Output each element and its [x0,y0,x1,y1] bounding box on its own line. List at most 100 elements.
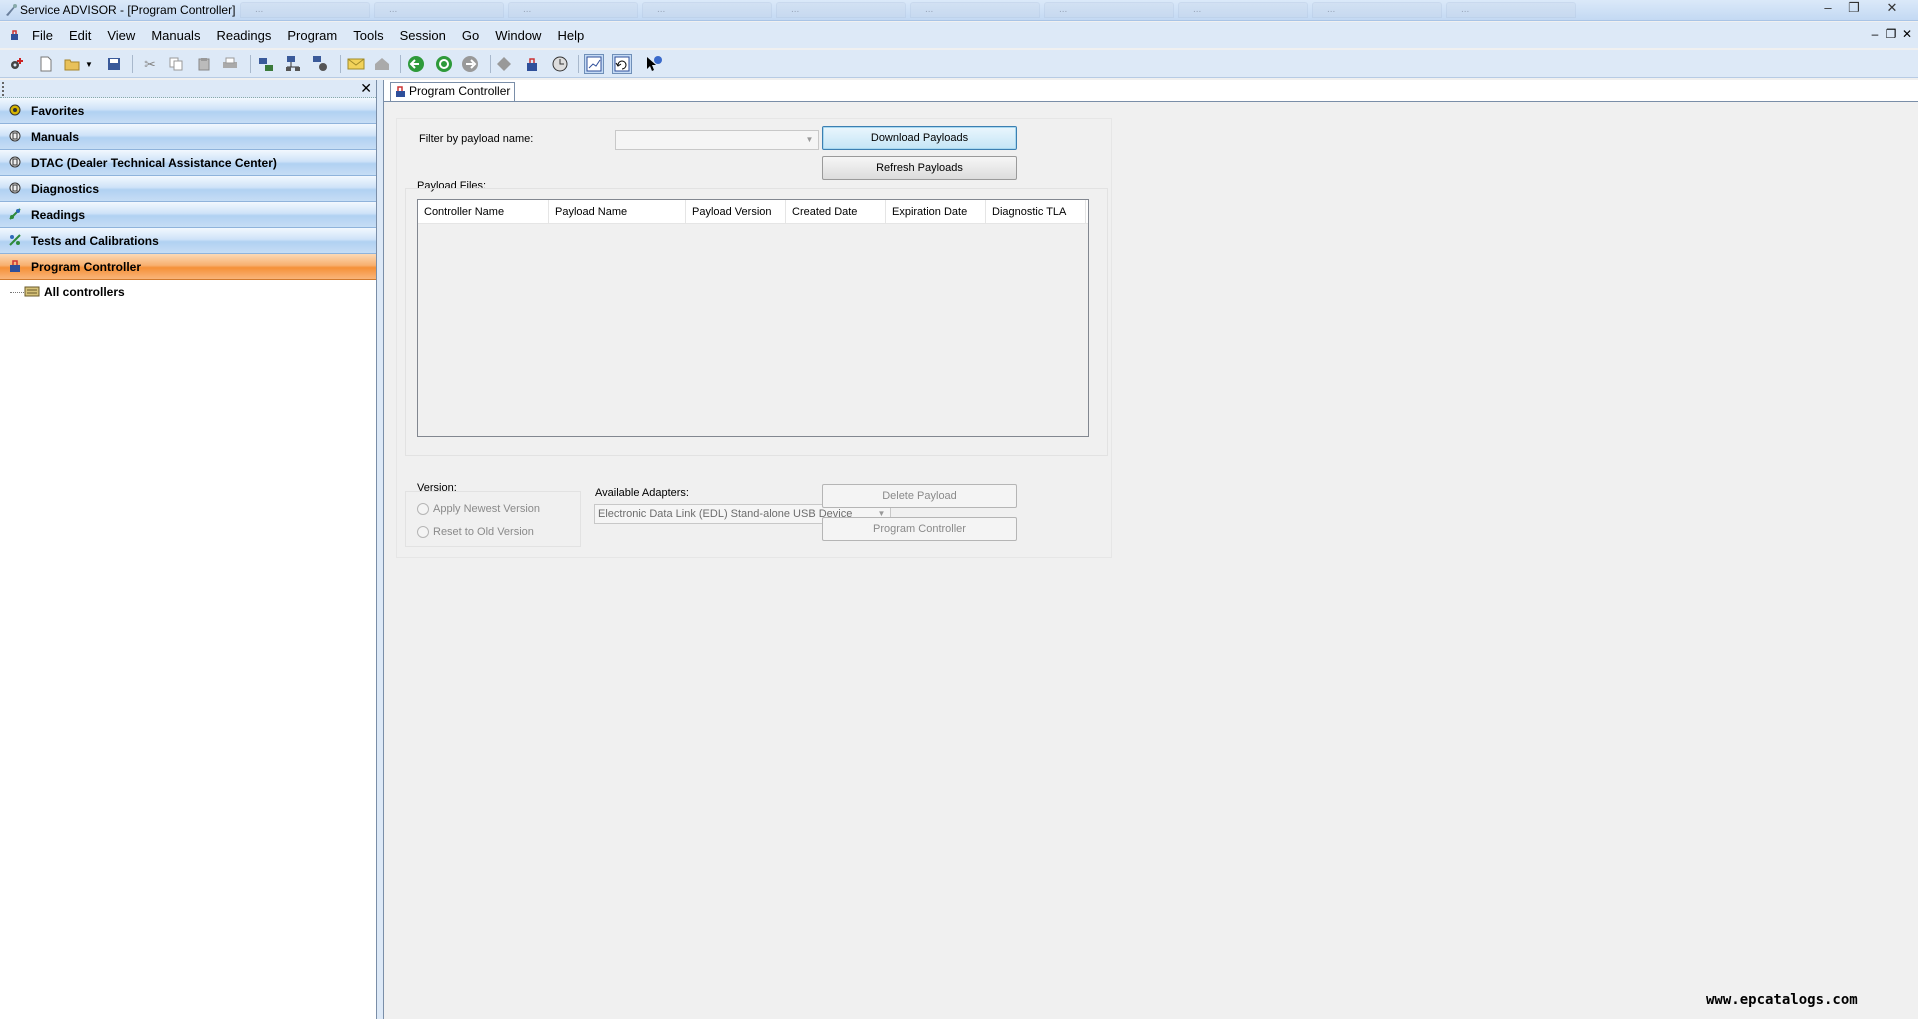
tree-item-all-controllers[interactable]: All controllers [0,282,376,302]
menu-go[interactable]: Go [462,28,479,43]
filter-label: Filter by payload name: [419,133,534,145]
navigation-panel: ✕ Favorites Manuals DTAC (Dealer Technic… [0,80,377,1019]
nav-item-program-controller[interactable]: Program Controller [0,254,376,280]
nav-item-label: Tests and Calibrations [31,234,159,248]
refresh-payloads-button[interactable]: Refresh Payloads [822,156,1017,180]
diamond-icon[interactable] [494,54,514,74]
adapter-selected-value: Electronic Data Link (EDL) Stand-alone U… [598,508,853,520]
column-controller-name[interactable]: Controller Name [418,200,549,223]
background-tab[interactable]: ... [1178,2,1308,18]
connect-icon[interactable] [256,54,276,74]
version-group [405,491,581,547]
dropdown-arrow-icon[interactable]: ▼ [84,54,94,74]
program-controller-icon [396,86,405,97]
panel-splitter[interactable] [377,80,384,1019]
apply-newest-version-radio[interactable]: Apply Newest Version [417,503,540,515]
document-tab-bar: Program Controller [384,80,1918,102]
minimize-window-button[interactable]: – [1816,1,1840,17]
nav-item-manuals[interactable]: Manuals [0,124,376,150]
copy-icon[interactable] [166,54,186,74]
background-tab[interactable]: ... [374,2,504,18]
menu-tools[interactable]: Tools [353,28,383,43]
radio-label: Reset to Old Version [433,526,534,538]
payload-name-filter-dropdown[interactable]: ▼ [615,130,819,150]
restore-window-button[interactable]: ❐ [1842,1,1866,17]
nav-item-tests-and-calibrations[interactable]: Tests and Calibrations [0,228,376,254]
menu-file[interactable]: File [32,28,53,43]
background-tab[interactable]: ... [910,2,1040,18]
menu-session[interactable]: Session [400,28,446,43]
column-expiration-date[interactable]: Expiration Date [886,200,986,223]
background-tab[interactable]: ... [1446,2,1576,18]
nav-item-readings[interactable]: Readings [0,202,376,228]
menu-manuals[interactable]: Manuals [151,28,200,43]
mdi-minimize-button[interactable]: – [1868,27,1882,41]
network-icon[interactable] [284,54,304,74]
background-tab[interactable]: ... [240,2,370,18]
new-document-icon[interactable] [36,54,56,74]
cut-icon[interactable]: ✂ [140,54,160,74]
menu-bar: File Edit View Manuals Readings Program … [0,22,1918,48]
background-tab[interactable]: ... [776,2,906,18]
toolbar-separator [340,55,341,73]
background-tab[interactable]: ... [1044,2,1174,18]
column-created-date[interactable]: Created Date [786,200,886,223]
toolbar-separator [250,55,251,73]
forward-icon[interactable] [460,54,480,74]
nav-item-label: Program Controller [31,260,142,274]
graph-icon[interactable] [584,54,604,74]
gear-clock-icon[interactable] [550,54,570,74]
reset-to-old-version-radio[interactable]: Reset to Old Version [417,526,534,538]
message-icon[interactable] [346,54,366,74]
menu-view[interactable]: View [107,28,135,43]
close-panel-icon[interactable]: ✕ [360,80,372,96]
nav-item-diagnostics[interactable]: Diagnostics [0,176,376,202]
toolbar-separator [578,55,579,73]
panel-grip-handle[interactable] [2,82,5,96]
menu-program[interactable]: Program [287,28,337,43]
print-icon[interactable] [220,54,240,74]
program-controller-form: Filter by payload name: ▼ Download Paylo… [396,118,1112,558]
paste-icon[interactable] [194,54,214,74]
network-config-icon[interactable] [310,54,330,74]
nav-item-favorites[interactable]: Favorites [0,98,376,124]
column-payload-name[interactable]: Payload Name [549,200,686,223]
mdi-document-icon[interactable] [8,28,22,42]
nav-item-dtac[interactable]: DTAC (Dealer Technical Assistance Center… [0,150,376,176]
nav-item-label: Diagnostics [31,182,100,196]
dtac-icon [7,155,23,171]
settings-plus-icon[interactable] [7,54,27,74]
refresh-icon[interactable] [434,54,454,74]
delete-payload-button[interactable]: Delete Payload [822,484,1017,508]
payload-files-header: Controller Name Payload Name Payload Ver… [418,200,1088,224]
menu-readings[interactable]: Readings [216,28,271,43]
tab-program-controller[interactable]: Program Controller [390,82,516,101]
undo-icon[interactable] [612,54,632,74]
column-payload-version[interactable]: Payload Version [686,200,786,223]
program-controller-button[interactable]: Program Controller [822,517,1017,541]
radio-label: Apply Newest Version [433,503,540,515]
background-tab[interactable]: ... [642,2,772,18]
program-icon[interactable] [522,54,542,74]
toolbar-separator [400,55,401,73]
home-icon[interactable] [372,54,392,74]
menu-window[interactable]: Window [495,28,541,43]
column-diagnostic-tla[interactable]: Diagnostic TLA [986,200,1086,223]
payload-files-list[interactable]: Controller Name Payload Name Payload Ver… [417,199,1089,437]
menu-edit[interactable]: Edit [69,28,91,43]
tests-icon [7,233,23,249]
mdi-restore-button[interactable]: ❐ [1884,27,1898,41]
background-tab[interactable]: ... [508,2,638,18]
download-payloads-button[interactable]: Download Payloads [822,126,1017,150]
back-icon[interactable] [406,54,426,74]
help-pointer-icon[interactable] [644,54,664,74]
open-folder-icon[interactable] [62,54,82,74]
save-icon[interactable] [104,54,124,74]
toolbar-separator [132,55,133,73]
radio-button [417,503,429,515]
menu-help[interactable]: Help [557,28,584,43]
close-window-button[interactable]: ✕ [1880,1,1904,17]
background-tab[interactable]: ... [1312,2,1442,18]
mdi-close-button[interactable]: ✕ [1900,27,1914,41]
watermark-text: www.epcatalogs.com [1706,992,1858,1008]
